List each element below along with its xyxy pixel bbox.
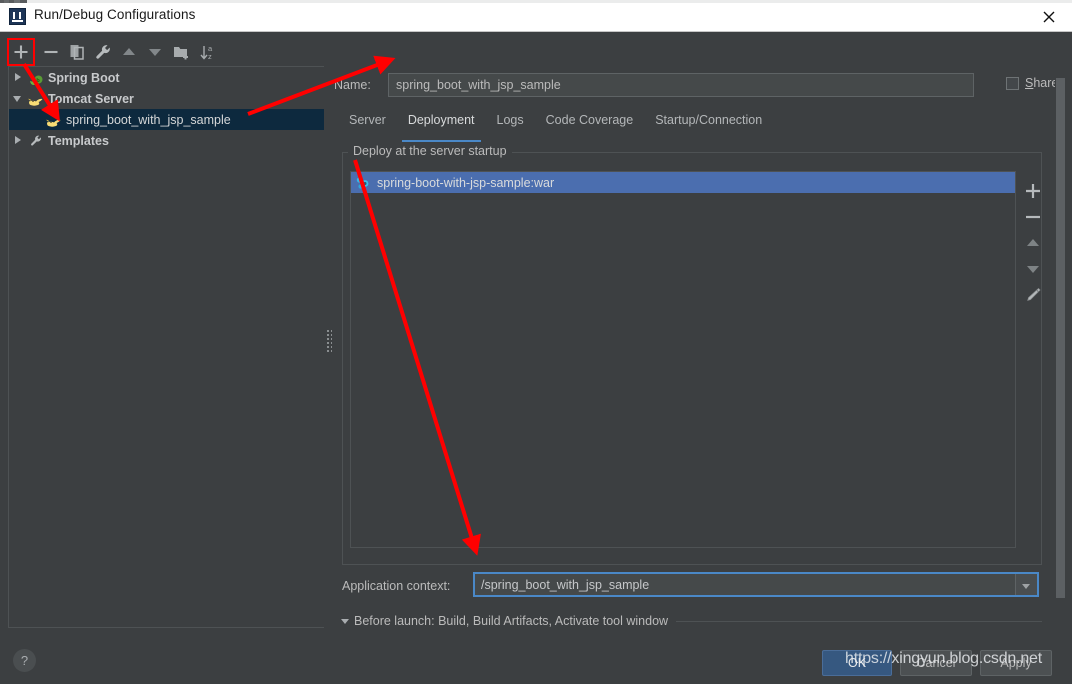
before-launch-text: Before launch: Build, Build Artifacts, A… xyxy=(354,614,669,628)
panel-splitter[interactable] xyxy=(324,32,334,636)
tab-deployment[interactable]: Deployment xyxy=(397,108,486,143)
title-bar: Run/Debug Configurations xyxy=(0,0,1072,32)
move-into-folder-button[interactable] xyxy=(168,39,194,65)
vertical-scrollbar[interactable] xyxy=(1055,42,1066,630)
dialog-bottom-bar: ? OK Cancel Apply xyxy=(0,636,1072,684)
tree-item-spring-boot[interactable]: b Spring Boot xyxy=(9,67,324,88)
chevron-down-icon[interactable] xyxy=(9,88,27,109)
deployment-list-item[interactable]: spring-boot-with-jsp-sample:war xyxy=(351,172,1015,193)
name-input[interactable] xyxy=(388,73,974,97)
deployment-artifacts-list[interactable]: spring-boot-with-jsp-sample:war xyxy=(350,171,1016,548)
configuration-editor-panel: Name: Share Server Deployment Logs Code … xyxy=(334,32,1072,636)
intellij-idea-icon xyxy=(9,8,26,25)
wrench-icon xyxy=(27,133,44,149)
share-label: Share xyxy=(1025,76,1058,90)
tree-item-spring-boot-with-jsp-sample[interactable]: spring_boot_with_jsp_sample xyxy=(9,109,324,130)
tab-startup-connection[interactable]: Startup/Connection xyxy=(644,108,773,143)
add-configuration-button[interactable] xyxy=(7,38,35,66)
application-context-label: Application context: xyxy=(342,579,451,593)
add-artifact-button[interactable] xyxy=(1020,178,1046,204)
tree-item-templates[interactable]: Templates xyxy=(9,130,324,151)
title-bar-stripe xyxy=(0,0,1072,3)
splitter-handle-dots xyxy=(327,330,332,354)
configuration-tabs: Server Deployment Logs Code Coverage Sta… xyxy=(338,108,773,143)
tree-item-label: Templates xyxy=(48,133,109,148)
artifact-icon xyxy=(355,175,371,191)
chevron-right-icon[interactable] xyxy=(9,130,27,151)
apply-button[interactable]: Apply xyxy=(980,650,1052,676)
configurations-panel: a z b Spring Boot Tomcat Server spring_b… xyxy=(0,32,324,636)
window-title: Run/Debug Configurations xyxy=(34,7,196,22)
remove-artifact-button[interactable] xyxy=(1020,204,1046,230)
configurations-tree[interactable]: b Spring Boot Tomcat Server spring_boot_… xyxy=(8,66,324,628)
chevron-right-icon[interactable] xyxy=(9,67,27,88)
before-launch-section[interactable]: Before launch: Build, Build Artifacts, A… xyxy=(338,613,1042,629)
deployment-list-item-label: spring-boot-with-jsp-sample:war xyxy=(377,175,555,190)
move-up-button[interactable] xyxy=(116,39,142,65)
edit-templates-button[interactable] xyxy=(90,39,116,65)
tomcat-icon xyxy=(45,112,62,128)
tab-server[interactable]: Server xyxy=(338,108,397,143)
sort-configurations-button[interactable]: a z xyxy=(194,39,220,65)
tree-item-label: Tomcat Server xyxy=(48,91,134,106)
help-icon[interactable]: ? xyxy=(13,649,36,672)
tomcat-icon xyxy=(27,91,44,107)
before-launch-divider xyxy=(676,620,1042,622)
chevron-down-icon[interactable] xyxy=(1015,574,1037,595)
share-checkbox[interactable]: Share xyxy=(1006,76,1058,90)
group-title: Deploy at the server startup xyxy=(348,144,512,158)
share-checkbox-box[interactable] xyxy=(1006,76,1019,90)
ok-button[interactable]: OK xyxy=(822,650,892,676)
tab-logs[interactable]: Logs xyxy=(486,108,535,143)
deploy-at-server-startup-group: Deploy at the server startup spring-boot… xyxy=(342,144,1042,565)
cancel-button[interactable]: Cancel xyxy=(900,650,972,676)
tab-code-coverage[interactable]: Code Coverage xyxy=(535,108,645,143)
configurations-toolbar: a z xyxy=(0,38,324,66)
vertical-scrollbar-thumb[interactable] xyxy=(1056,78,1065,598)
remove-configuration-button[interactable] xyxy=(38,39,64,65)
application-context-input[interactable] xyxy=(475,574,1015,595)
triangle-down-icon[interactable] xyxy=(338,613,354,629)
application-context-combo[interactable] xyxy=(473,572,1039,597)
tree-item-label: spring_boot_with_jsp_sample xyxy=(66,112,231,127)
move-artifact-down-button[interactable] xyxy=(1020,256,1046,282)
move-down-button[interactable] xyxy=(142,39,168,65)
tree-item-label: Spring Boot xyxy=(48,70,120,85)
run-debug-configurations-dialog: Run/Debug Configurations a z b Spring Bo… xyxy=(0,0,1072,684)
edit-artifact-button[interactable] xyxy=(1020,282,1046,308)
deployment-list-toolbar xyxy=(1020,178,1046,308)
copy-configuration-button[interactable] xyxy=(64,39,90,65)
close-icon[interactable] xyxy=(1026,0,1072,31)
move-artifact-up-button[interactable] xyxy=(1020,230,1046,256)
tree-item-tomcat-server[interactable]: Tomcat Server xyxy=(9,88,324,109)
spring-boot-icon: b xyxy=(27,70,44,86)
svg-text:z: z xyxy=(208,52,212,61)
name-label: Name: xyxy=(334,78,371,92)
